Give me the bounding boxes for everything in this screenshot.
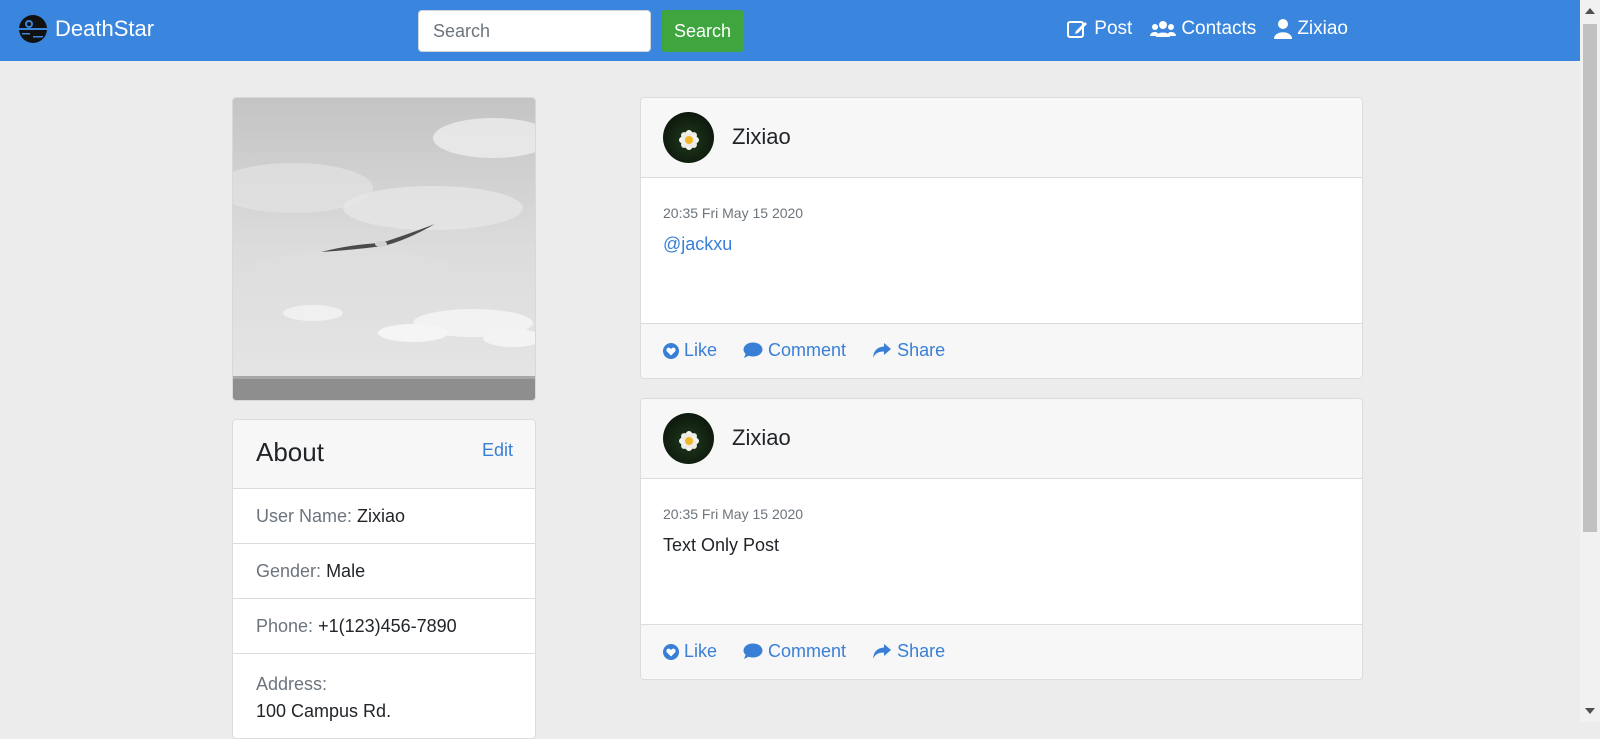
nav-post-link[interactable]: Post — [1067, 18, 1132, 40]
nav-profile-label: Zixiao — [1297, 18, 1348, 39]
brand[interactable]: DeathStar — [18, 14, 154, 44]
edit-about-link[interactable]: Edit — [482, 440, 513, 461]
share-button[interactable]: Share — [872, 641, 945, 662]
scrollbar-thumb[interactable] — [1583, 24, 1597, 532]
like-label: Like — [684, 340, 718, 360]
comment-button[interactable]: Comment — [743, 340, 846, 361]
post-body: 20:35 Fri May 15 2020 @jackxu — [641, 178, 1362, 323]
like-button[interactable]: Like — [663, 340, 717, 361]
address-value: 100 Campus Rd. — [256, 701, 392, 721]
death-star-logo-icon — [19, 15, 47, 43]
avatar[interactable] — [663, 112, 714, 163]
post-content: Text Only Post — [663, 535, 780, 555]
username-label: User Name: — [256, 506, 353, 526]
comment-icon — [743, 342, 763, 358]
share-icon — [873, 343, 892, 358]
share-label: Share — [897, 340, 946, 360]
address-label: Address: — [256, 674, 328, 694]
share-icon — [873, 644, 892, 659]
post-timestamp: 20:35 Fri May 15 2020 — [663, 205, 804, 221]
comment-label: Comment — [768, 340, 847, 360]
post-timestamp: 20:35 Fri May 15 2020 — [663, 506, 804, 522]
nav-links: Post Contacts Zixiao — [1067, 18, 1348, 40]
post-card: Zixiao 20:35 Fri May 15 2020 Text Only P… — [640, 398, 1363, 680]
gender-value: Male — [326, 561, 366, 581]
about-address-row: Address: 100 Campus Rd. — [233, 654, 535, 725]
navbar: DeathStar Search Post Contacts — [0, 0, 1580, 61]
nav-contacts-link[interactable]: Contacts — [1150, 18, 1256, 40]
post-footer: Like Comment Share — [641, 323, 1362, 378]
post-author[interactable]: Zixiao — [732, 425, 791, 451]
heart-icon — [663, 643, 679, 660]
brand-name: DeathStar — [55, 16, 155, 41]
phone-label: Phone: — [256, 616, 314, 636]
gender-label: Gender: — [256, 561, 322, 581]
phone-value: +1(123)456-7890 — [318, 616, 457, 636]
about-card: About Edit User Name: Zixiao Gender: Mal… — [232, 419, 536, 739]
nav-post-label: Post — [1094, 18, 1133, 39]
lotus-flower-icon — [679, 130, 699, 150]
comment-label: Comment — [768, 641, 847, 661]
share-label: Share — [897, 641, 946, 661]
post-body: 20:35 Fri May 15 2020 Text Only Post — [641, 479, 1362, 624]
post-actions: Like Comment Share — [663, 641, 945, 662]
users-icon — [1150, 21, 1177, 37]
post-author[interactable]: Zixiao — [732, 124, 791, 150]
comment-button[interactable]: Comment — [743, 641, 846, 662]
avatar[interactable] — [663, 413, 714, 464]
seagull-photo — [233, 98, 535, 400]
post-header: Zixiao — [641, 98, 1362, 178]
comment-icon — [743, 643, 763, 659]
about-username-row: User Name: Zixiao — [233, 489, 535, 544]
nav-profile-link[interactable]: Zixiao — [1274, 18, 1348, 40]
username-value: Zixiao — [357, 506, 406, 526]
page-scrollbar[interactable] — [1580, 0, 1600, 722]
about-phone-row: Phone: +1(123)456-7890 — [233, 599, 535, 654]
like-button[interactable]: Like — [663, 641, 717, 662]
lotus-flower-icon — [679, 431, 699, 451]
post-actions: Like Comment Share — [663, 340, 945, 361]
post-card: Zixiao 20:35 Fri May 15 2020 @jackxu Lik… — [640, 97, 1363, 379]
scroll-up-arrow-icon[interactable] — [1585, 8, 1595, 14]
nav-contacts-label: Contacts — [1181, 18, 1257, 39]
profile-photo — [232, 97, 536, 401]
heart-icon — [663, 342, 679, 359]
post-mention-link[interactable]: @jackxu — [663, 234, 732, 255]
post-footer: Like Comment Share — [641, 624, 1362, 679]
search-button[interactable]: Search — [661, 10, 744, 52]
about-gender-row: Gender: Male — [233, 544, 535, 599]
like-label: Like — [684, 641, 718, 661]
share-button[interactable]: Share — [872, 340, 945, 361]
user-icon — [1274, 19, 1293, 39]
scroll-down-arrow-icon[interactable] — [1585, 708, 1595, 714]
about-header: About Edit — [233, 420, 535, 489]
search-input[interactable] — [418, 10, 651, 52]
post-header: Zixiao — [641, 399, 1362, 479]
edit-icon — [1067, 21, 1088, 38]
about-title: About — [256, 437, 324, 467]
